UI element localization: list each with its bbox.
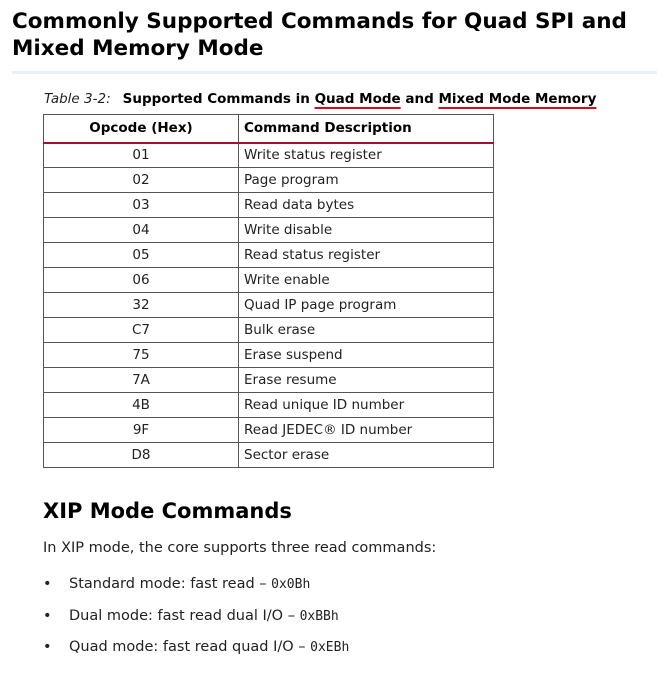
caption-text-middle: and <box>400 91 439 107</box>
xip-command-list: • Standard mode: fast read – 0x0Bh • Dua… <box>43 573 349 668</box>
command-code: 0xEBh <box>310 640 350 655</box>
page-title: Commonly Supported Commands for Quad SPI… <box>12 9 627 61</box>
list-item: • Dual mode: fast read dual I/O – 0xBBh <box>43 605 349 637</box>
bullet-icon: • <box>43 607 52 624</box>
commands-table: Opcode (Hex) Command Description 01 Write… <box>43 114 494 468</box>
table-row: 05 Read status register <box>43 242 494 268</box>
list-item-text: Dual mode: fast read dual I/O – <box>69 607 300 624</box>
bullet-icon: • <box>43 639 52 655</box>
table-row: C7 Bulk erase <box>43 317 494 343</box>
opcode-cell: 06 <box>43 267 239 293</box>
description-cell: Read JEDEC® ID number <box>238 417 494 443</box>
bullet-icon: • <box>43 576 52 592</box>
table-row: 03 Read data bytes <box>43 192 494 218</box>
table-row: 75 Erase suspend <box>43 342 494 368</box>
description-cell: Write status register <box>238 142 494 168</box>
command-code: 0xBBh <box>299 608 339 624</box>
description-cell: Page program <box>238 167 494 193</box>
table-caption-title: Supported Commands in Quad Mode and Mixe… <box>123 91 597 107</box>
list-item-text: Standard mode: fast read – <box>69 576 272 592</box>
opcode-cell: 32 <box>43 292 239 318</box>
table-header-row: Opcode (Hex) Command Description <box>43 114 494 144</box>
opcode-cell: 01 <box>43 142 239 168</box>
list-item: • Standard mode: fast read – 0x0Bh <box>43 573 349 605</box>
opcode-cell: 05 <box>43 242 239 268</box>
opcode-cell: 04 <box>43 217 239 243</box>
list-item: • Quad mode: fast read quad I/O – 0xEBh <box>43 636 349 668</box>
column-header-opcode: Opcode (Hex) <box>43 114 239 144</box>
caption-underlined-quad-mode: Quad Mode <box>314 91 401 107</box>
description-cell: Bulk erase <box>238 317 494 343</box>
command-code: 0x0Bh <box>271 577 311 592</box>
opcode-cell: 03 <box>43 192 239 218</box>
description-cell: Write enable <box>238 267 494 293</box>
table-row: 04 Write disable <box>43 217 494 243</box>
opcode-cell: C7 <box>43 317 239 343</box>
list-item-text: Quad mode: fast read quad I/O – <box>69 639 311 655</box>
opcode-cell: 9F <box>43 417 239 443</box>
description-cell: Read status register <box>238 242 494 268</box>
opcode-cell: D8 <box>43 442 239 468</box>
table-row: D8 Sector erase <box>43 442 494 468</box>
opcode-cell: 7A <box>43 367 239 393</box>
column-header-description: Command Description <box>238 114 494 144</box>
xip-intro-paragraph: In XIP mode, the core supports three rea… <box>43 540 437 556</box>
title-divider <box>12 71 657 74</box>
table-row: 02 Page program <box>43 167 494 193</box>
table-caption: Table 3-2: Supported Commands in Quad Mod… <box>44 90 596 108</box>
table-row: 9F Read JEDEC® ID number <box>43 417 494 443</box>
description-cell: Read data bytes <box>238 192 494 218</box>
description-cell: Sector erase <box>238 442 494 468</box>
table-row: 06 Write enable <box>43 267 494 293</box>
caption-text-prefix: Supported Commands in <box>122 91 315 107</box>
table-row: 01 Write status register <box>43 142 494 168</box>
opcode-cell: 4B <box>43 392 239 418</box>
description-cell: Erase suspend <box>238 342 494 368</box>
table-row: 32 Quad IP page program <box>43 292 494 318</box>
description-cell: Quad IP page program <box>238 292 494 318</box>
description-cell: Read unique ID number <box>238 392 494 418</box>
description-cell: Write disable <box>238 217 494 243</box>
description-cell: Erase resume <box>238 367 494 393</box>
table-caption-number: Table 3-2: <box>44 91 111 107</box>
opcode-cell: 75 <box>43 342 239 368</box>
table-row: 7A Erase resume <box>43 367 494 393</box>
opcode-cell: 02 <box>43 167 239 193</box>
table-row: 4B Read unique ID number <box>43 392 494 418</box>
xip-section-heading: XIP Mode Commands <box>43 499 292 523</box>
caption-underlined-mixed-mode: Mixed Mode Memory <box>438 91 597 107</box>
